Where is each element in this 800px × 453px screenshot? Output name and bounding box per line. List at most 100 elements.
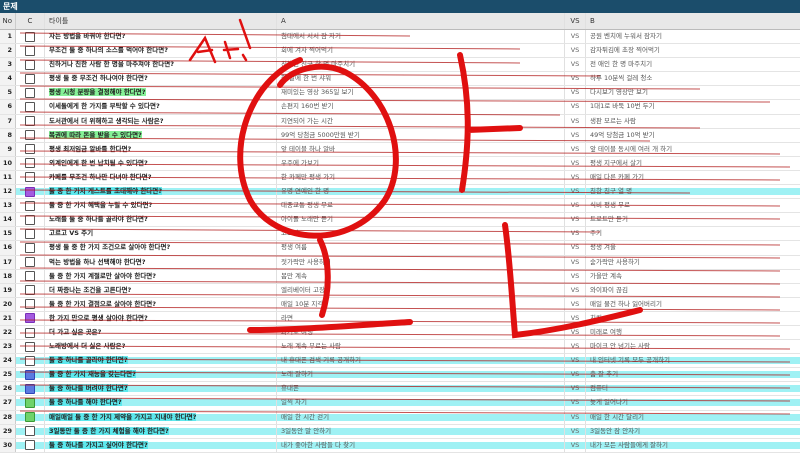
row-option-b[interactable]: 치킨 (586, 312, 800, 325)
row-checkbox[interactable] (25, 327, 35, 338)
row-option-b[interactable]: 전 애인 한 명 마주치기 (586, 58, 800, 71)
row-checkbox[interactable] (25, 116, 35, 127)
table-row[interactable]: 5 평생 시청 분량을 결정해야 한다면? 재미있는 영상 365일 보기 VS 다시보… (0, 86, 800, 101)
row-title[interactable]: 무조건 둘 중 하나의 소스를 먹어야 한다면? (45, 44, 277, 58)
row-title[interactable]: 둘 중 한 가지 게스트를 초대해야 한다면? (45, 185, 277, 199)
row-title[interactable]: 카페를 무조건 하나만 다녀야 한다면? (45, 170, 277, 185)
row-option-b[interactable]: 가을만 계속 (586, 270, 800, 283)
row-checkbox[interactable] (25, 144, 35, 155)
row-checkbox[interactable] (25, 130, 35, 141)
row-option-a[interactable]: 매일 한 시간 걷기 (277, 410, 565, 424)
row-option-b[interactable]: 앞 테이블 동시에 여러 개 하기 (586, 143, 800, 156)
row-checkbox[interactable] (25, 158, 35, 169)
table-row[interactable]: 19 더 짜증나는 조건을 고른다면? 엘리베이터 고장 VS 와이파이 끊김 (0, 283, 800, 298)
header-vs[interactable]: VS (565, 13, 586, 29)
row-option-a[interactable]: 지연되어 가는 시간 (277, 114, 565, 128)
table-row[interactable]: 13 둘 중 한 가지 혜택을 누릴 수 있다면? 대중교통 평생 무료 VS 식비 평… (0, 199, 800, 214)
row-option-a[interactable]: 대중교통 평생 무료 (277, 199, 565, 213)
row-option-a[interactable]: 99억 당첨금 5000만원 받기 (277, 128, 565, 142)
row-option-a[interactable]: 코로나 (277, 227, 565, 241)
row-option-a[interactable]: 손편지 160번 받기 (277, 100, 565, 114)
row-option-a[interactable]: 재미있는 영상 365일 보기 (277, 86, 565, 100)
row-checkbox[interactable] (25, 383, 35, 394)
table-row[interactable]: 18 둘 중 한 가지 계절로만 살아야 한다면? 봄만 계속 VS 가을만 계속 (0, 269, 800, 284)
row-title[interactable]: 노래방에서 더 싫은 사람은? (45, 340, 277, 354)
row-option-b[interactable]: 1대1로 바둑 10번 두기 (586, 100, 800, 113)
table-row[interactable]: 24 둘 중 하나를 골라야 한다면? 내 휴대폰 검색 기록 공개하기 VS 내 인터… (0, 354, 800, 369)
row-checkbox[interactable] (25, 31, 35, 42)
table-row[interactable]: 3 친하거나 친한 사람 한 명을 마주쳐야 한다면? 친했던 친구 한 명 마주치… (0, 58, 800, 73)
row-title[interactable]: 평생 최저임금 알바를 한다면? (45, 142, 277, 156)
row-title[interactable]: 도서관에서 더 위해하고 생각되는 사람은? (45, 114, 277, 128)
row-option-a[interactable]: 젓가락만 사용하기 (277, 255, 565, 269)
row-option-a[interactable]: 과거로 여행 (277, 325, 565, 340)
row-title[interactable]: 더 가고 싶은 곳은? (45, 325, 277, 340)
row-option-b[interactable]: 매일 물건 하나 잃어버리기 (586, 298, 800, 311)
row-option-b[interactable]: 식비 평생 무료 (586, 199, 800, 212)
row-title[interactable]: 둘 중 한 가지 재능을 갖는다면? (45, 368, 277, 382)
row-option-b[interactable]: 친한 친구 열 명 (586, 185, 800, 198)
header-check[interactable]: C (16, 13, 45, 29)
table-row[interactable]: 23 노래방에서 더 싫은 사람은? 노래 계속 부르는 사람 VS 마이크 안 넘기는… (0, 340, 800, 355)
row-option-b[interactable]: 평생 지구에서 살기 (586, 157, 800, 170)
row-title[interactable]: 고르고 VS 주기 (45, 227, 277, 241)
table-row[interactable]: 26 둘 중 하나를 버려야 한다면? 휴대폰 VS 컴퓨터 (0, 382, 800, 397)
row-checkbox[interactable] (25, 355, 35, 366)
row-title[interactable]: 평생 둘 중 무조건 하나여야 한다면? (45, 72, 277, 86)
row-title[interactable]: 평생 시청 분량을 결정해야 한다면? (45, 86, 277, 100)
row-checkbox[interactable] (25, 45, 35, 56)
row-title[interactable]: 이세돌에게 한 가지를 부탁할 수 있다면? (45, 100, 277, 114)
row-option-b[interactable]: 49억 당첨금 10억 받기 (586, 129, 800, 142)
row-checkbox[interactable] (25, 299, 35, 310)
table-row[interactable]: 1 자는 방법을 바꿔야 한다면? 침대에서 서서 잠 자기 VS 공원 벤치에 누워서… (0, 30, 800, 45)
table-row[interactable]: 7 도서관에서 더 위해하고 생각되는 사람은? 지연되어 가는 시간 VS 생판 모르… (0, 114, 800, 129)
table-row[interactable]: 17 먹는 방법을 하나 선택해야 한다면? 젓가락만 사용하기 VS 숟가락만 사용하… (0, 255, 800, 270)
row-option-b[interactable]: 마이크 안 넘기는 사람 (586, 340, 800, 353)
table-row[interactable]: 12 둘 중 한 가지 게스트를 초대해야 한다면? 유명 연예인 한 명 VS 친한 … (0, 185, 800, 200)
table-row[interactable]: 22 더 가고 싶은 곳은? 과거로 여행 VS 미래로 여행 (0, 325, 800, 341)
table-row[interactable]: 16 평생 둘 중 한 가지 조건으로 살아야 한다면? 평생 여름 VS 평생 겨울 (0, 241, 800, 256)
row-checkbox[interactable] (25, 228, 35, 239)
row-option-a[interactable]: 회에 겨자 찍어먹기 (277, 44, 565, 58)
row-checkbox[interactable] (25, 73, 35, 84)
row-option-b[interactable]: 컴퓨터 (586, 382, 800, 395)
row-title[interactable]: 한 가지 만으로 평생 살아야 한다면? (45, 311, 277, 325)
row-checkbox[interactable] (25, 271, 35, 282)
row-title[interactable]: 둘 중 한 가지 혜택을 누릴 수 있다면? (45, 199, 277, 213)
row-option-b[interactable]: 트로트만 듣기 (586, 213, 800, 226)
row-option-a[interactable]: 3일동안 말 안하기 (277, 424, 565, 438)
row-option-b[interactable]: 내가 모든 사람들에게 잘하기 (586, 439, 800, 452)
row-checkbox[interactable] (25, 313, 35, 324)
row-checkbox[interactable] (25, 426, 35, 437)
row-option-b[interactable]: 평생 겨울 (586, 241, 800, 254)
table-row[interactable]: 21 한 가지 만으로 평생 살아야 한다면? 라면 VS 치킨 (0, 311, 800, 326)
row-checkbox[interactable] (25, 397, 35, 408)
row-option-b[interactable]: 다시보기 영상만 보기 (586, 86, 800, 99)
row-option-b[interactable]: 3일동안 잠 안자기 (586, 425, 800, 438)
table-row[interactable]: 8 복권에 따라 돈을 받을 수 있다면? 99억 당첨금 5000만원 받기 VS 4… (0, 128, 800, 143)
row-title[interactable]: 둘 중 하나를 버려야 한다면? (45, 382, 277, 396)
row-option-b[interactable]: 늦게 일어나기 (586, 396, 800, 409)
row-option-a[interactable]: 앞 테이블 하나 알바 (277, 142, 565, 156)
row-option-a[interactable]: 노래 계속 부르는 사람 (277, 340, 565, 354)
row-title[interactable]: 자는 방법을 바꿔야 한다면? (45, 30, 277, 44)
row-option-a[interactable]: 아이돌 노래만 듣기 (277, 213, 565, 227)
row-option-b[interactable]: 춤 잘 추기 (586, 368, 800, 381)
row-checkbox[interactable] (25, 214, 35, 225)
table-row[interactable]: 9 평생 최저임금 알바를 한다면? 앞 테이블 하나 알바 VS 앞 테이블 동시에 … (0, 142, 800, 157)
row-checkbox[interactable] (25, 440, 35, 451)
table-row[interactable]: 28 매일매일 둘 중 한 가지 제약을 가지고 지내야 한다면? 매일 한 시간 … (0, 410, 800, 425)
row-title[interactable]: 복권에 따라 돈을 받을 수 있다면? (45, 128, 277, 142)
row-option-b[interactable]: 미래로 여행 (586, 326, 800, 339)
header-a[interactable]: A (277, 13, 565, 29)
row-title[interactable]: 둘 중 하나를 골라야 한다면? (45, 354, 277, 368)
table-row[interactable]: 20 둘 중 한 가지 결점으로 살아야 한다면? 매일 10분 지각 VS 매일 물건… (0, 297, 800, 312)
table-row[interactable]: 25 둘 중 한 가지 재능을 갖는다면? 노래 잘하기 VS 춤 잘 추기 (0, 368, 800, 383)
row-title[interactable]: 외계인에게 한 번 납치될 수 있다면? (45, 156, 277, 170)
row-option-a[interactable]: 노래 잘하기 (277, 368, 565, 382)
table-row[interactable]: 4 평생 둘 중 무조건 하나여야 한다면? 한 달에 한 번 샤워 VS 하루 10분… (0, 72, 800, 87)
row-checkbox[interactable] (25, 200, 35, 211)
row-option-a[interactable]: 내가 좋아한 사람들 다 찾기 (277, 438, 565, 452)
row-option-b[interactable]: 매일 한 시간 달리기 (586, 411, 800, 424)
row-title[interactable]: 친하거나 친한 사람 한 명을 마주쳐야 한다면? (45, 58, 277, 72)
